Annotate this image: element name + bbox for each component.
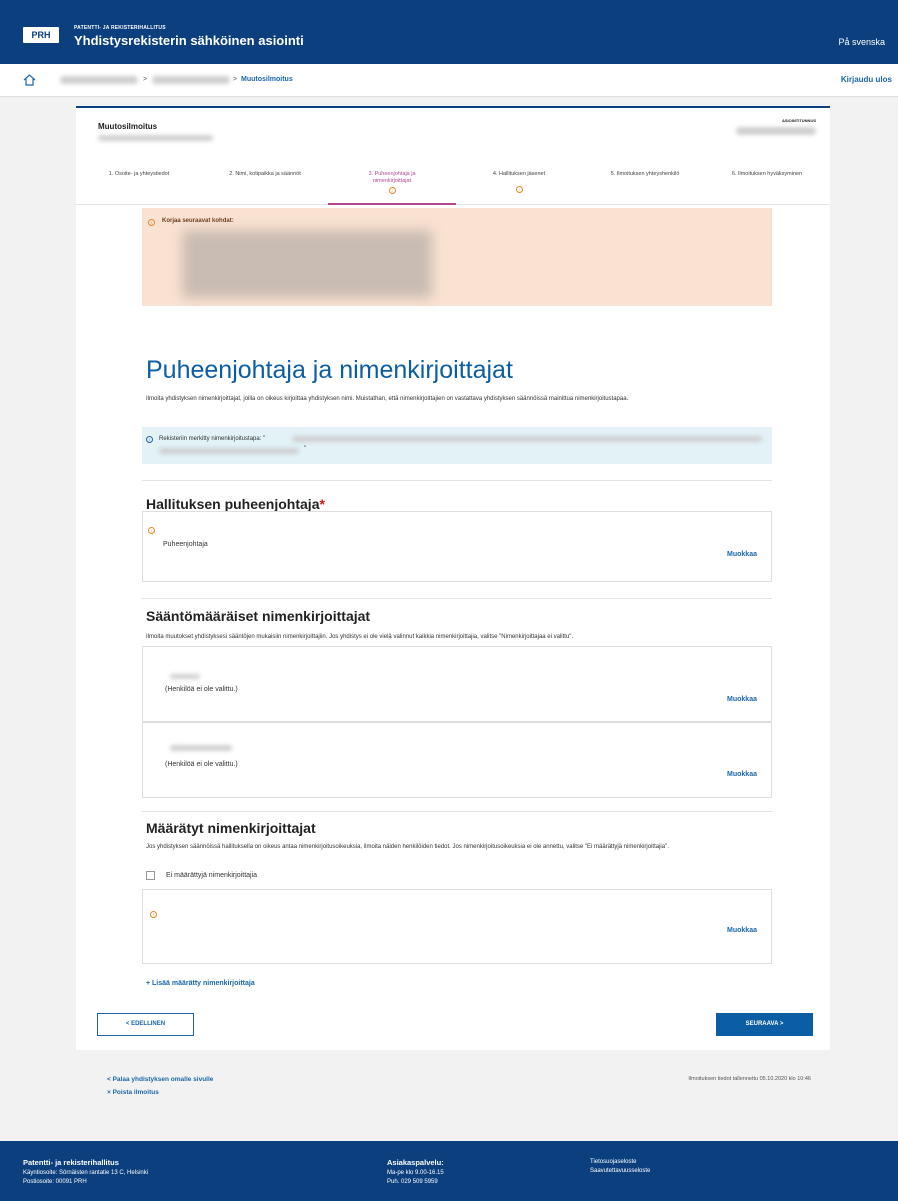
breadcrumb-current: Muutosilmoitus [241,76,293,83]
signatory-title-redacted [170,745,232,751]
signatory-status: (Henkilöä ei ole valittu.) [165,686,238,693]
previous-button[interactable]: < EDELLINEN [97,1013,194,1036]
footer-customer-service: Asiakaspalvelu: Ma-pe klo 9.00-16.15 Puh… [387,1158,444,1185]
footer-address: Patentti- ja rekisterihallitus Käyntioso… [23,1158,149,1185]
appointed-description: Jos yhdistyksen säännöissä hallituksella… [146,844,669,850]
add-appointed-link[interactable]: + Lisää määrätty nimenkirjoittaja [146,980,255,987]
breadcrumb-separator: > [143,76,148,83]
error-title: Korjaa seuraavat kohdat: [162,218,234,224]
chair-heading: Hallituksen puheenjohtaja* [146,496,325,512]
breadcrumb-item-redacted[interactable] [60,76,138,84]
site-header: PRH PATENTTI- JA REKISTERIHALLITUS Yhdis… [0,0,898,64]
footer-links: Tietosuojaseloste Saavutettavuusseloste [590,1158,650,1176]
delete-notice-link[interactable]: × Poista ilmoitus [107,1089,159,1096]
prh-logo[interactable]: PRH [23,27,59,43]
case-id-label: ASIOINTITUNNUS [782,118,816,123]
divider [142,598,772,599]
breadcrumb-item-redacted[interactable] [152,76,230,84]
signing-rule-redacted [292,436,762,442]
warning-icon: ! [515,186,523,193]
step-5[interactable]: 5. Ilmoituksen yhteyshenkilö [582,171,708,178]
appointed-panel: ! Muokkaa [142,889,772,964]
warning-icon: ! [148,527,155,534]
signing-rule-info: i Rekisteriin merkitty nimenkirjoitustap… [142,427,772,464]
signatory-panel: (Henkilöä ei ole valittu.) Muokkaa [142,722,772,798]
chair-role-label: Puheenjohtaja [163,541,208,548]
step-4[interactable]: 4. Hallituksen jäsenet ! [456,171,582,194]
intro-text: Ilmoita yhdistyksen nimenkirjoittajat, j… [146,396,629,402]
warning-icon: ! [388,187,396,194]
case-id-redacted [736,127,816,135]
privacy-link[interactable]: Tietosuojaseloste [590,1159,636,1165]
org-name: PATENTTI- JA REKISTERIHALLITUS [74,25,166,31]
step-2[interactable]: 2. Nimi, kotipaikka ja säännöt [202,171,328,178]
edit-chair-link[interactable]: Muokkaa [727,551,757,558]
logout-link[interactable]: Kirjaudu ulos [841,75,892,84]
warning-icon: ! [150,911,157,918]
step-1[interactable]: 1. Osoite- ja yhteystiedot [76,171,202,178]
no-appointed-checkbox-label[interactable]: Ei määrättyjä nimenkirjoittajia [166,872,257,879]
breadcrumb: > > Muutosilmoitus Kirjaudu ulos [0,64,898,97]
divider [142,480,772,481]
signatory-title-redacted [170,674,200,679]
no-appointed-checkbox[interactable] [146,871,155,880]
language-switch-link[interactable]: På svenska [838,37,885,47]
signatories-description: Ilmoita muutokset yhdistyksesi sääntöjen… [146,634,574,640]
step-navigation: 1. Osoite- ja yhteystiedot 2. Nimi, koti… [76,171,830,205]
signatory-status: (Henkilöä ei ole valittu.) [165,761,238,768]
accessibility-link[interactable]: Saavutettavuusseloste [590,1168,650,1174]
back-to-association-link[interactable]: < Palaa yhdistyksen omalle sivulle [107,1076,213,1083]
warning-icon: ! [148,219,155,226]
card-title: Muutosilmoitus [98,122,158,131]
site-title[interactable]: Yhdistysrekisterin sähköinen asiointi [74,33,304,48]
divider [142,811,772,812]
step-6[interactable]: 6. Ilmoituksen hyväksyminen [704,171,830,178]
edit-signatory-link[interactable]: Muokkaa [727,696,757,703]
next-button[interactable]: SEURAAVA > [716,1013,813,1036]
edit-signatory-link[interactable]: Muokkaa [727,771,757,778]
quote-end: " [304,446,307,452]
association-name-redacted [98,135,213,141]
error-summary: ! Korjaa seuraavat kohdat: [142,208,772,306]
page-title: Puheenjohtaja ja nimenkirjoittajat [146,356,513,384]
signing-rule-label: Rekisteriin merkitty nimenkirjoitustapa:… [159,436,266,442]
signatories-heading: Sääntömääräiset nimenkirjoittajat [146,608,371,624]
required-marker: * [319,496,325,512]
step-3-active[interactable]: 3. Puheenjohtaja ja nimenkirjoittajat ! [328,171,456,205]
breadcrumb-separator: > [233,76,238,83]
home-icon[interactable] [23,74,36,86]
signatory-panel: (Henkilöä ei ole valittu.) Muokkaa [142,646,772,722]
site-footer: Patentti- ja rekisterihallitus Käyntioso… [0,1141,898,1201]
saved-timestamp: Ilmoituksen tiedot tallennettu 05.10.202… [688,1076,811,1082]
chair-panel: ! Puheenjohtaja Muokkaa [142,511,772,582]
edit-appointed-link[interactable]: Muokkaa [727,927,757,934]
signing-rule-redacted [159,448,299,454]
error-list-redacted[interactable] [182,230,432,298]
info-icon: i [146,436,153,443]
appointed-heading: Määrätyt nimenkirjoittajat [146,820,316,836]
